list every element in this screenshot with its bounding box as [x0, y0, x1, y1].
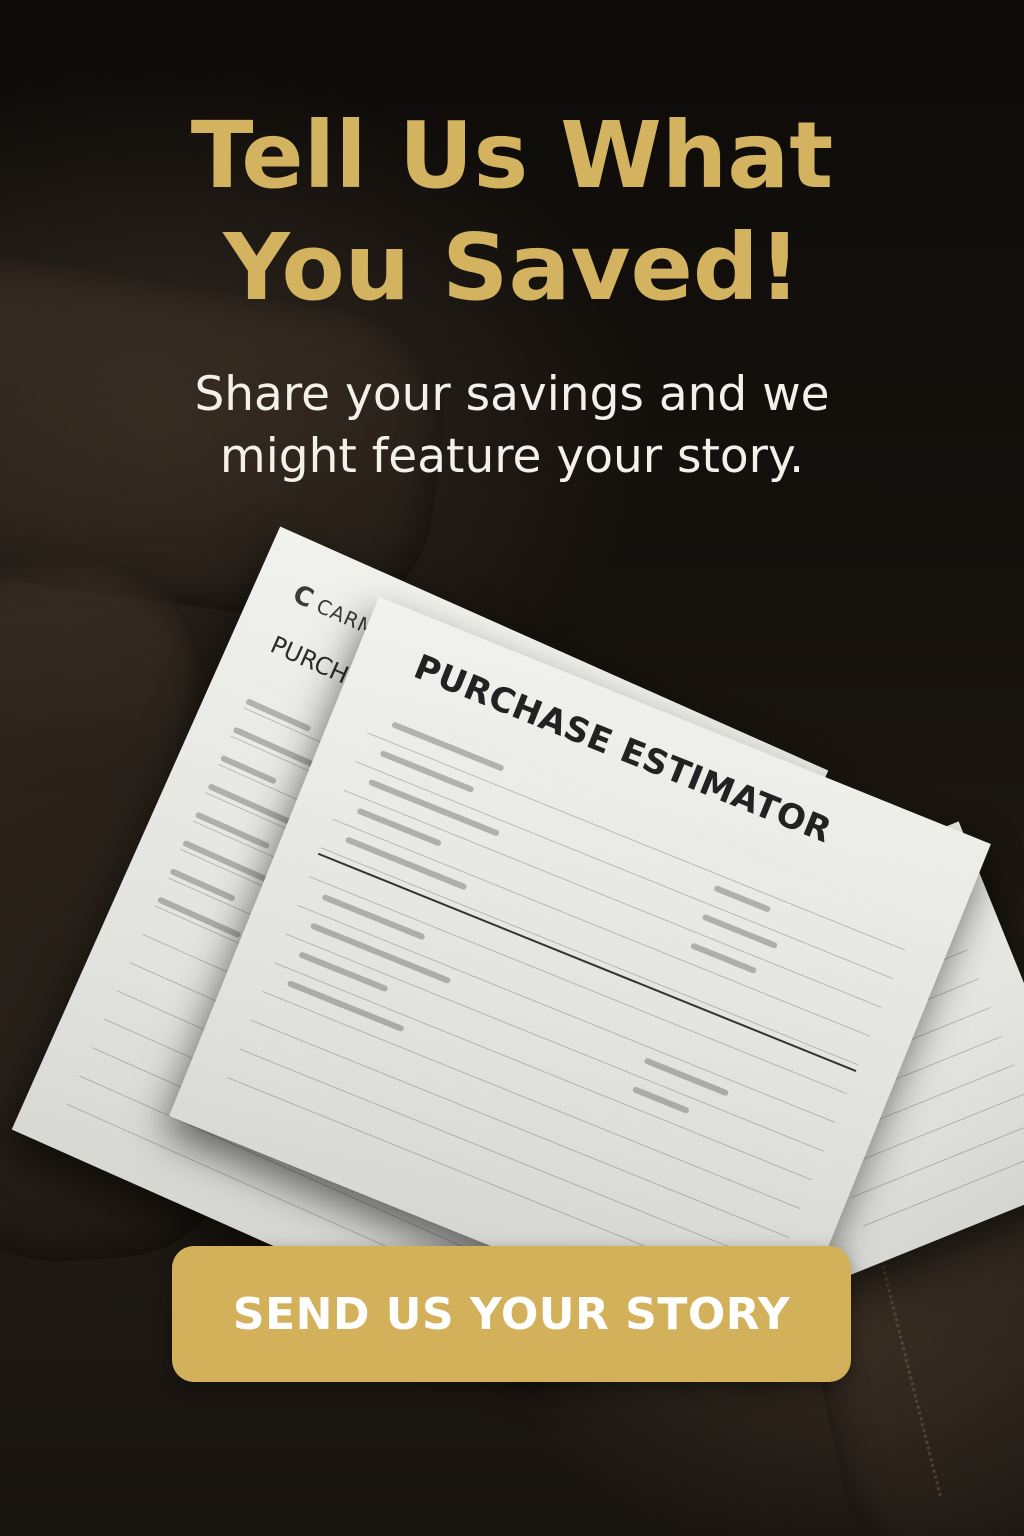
headline-line-2: You Saved! [223, 214, 801, 321]
headline-line-1: Tell Us What [190, 102, 834, 209]
subtitle: Share your savings and we might feature … [0, 364, 1024, 488]
send-story-button[interactable]: SEND US YOUR STORY [172, 1246, 851, 1382]
promo-banner: Tell Us What You Saved! Share your savin… [0, 0, 1024, 1536]
subtitle-line-1: Share your savings and we [194, 367, 830, 422]
subtitle-line-2: might feature your story. [219, 429, 805, 484]
headline: Tell Us What You Saved! [0, 100, 1024, 324]
